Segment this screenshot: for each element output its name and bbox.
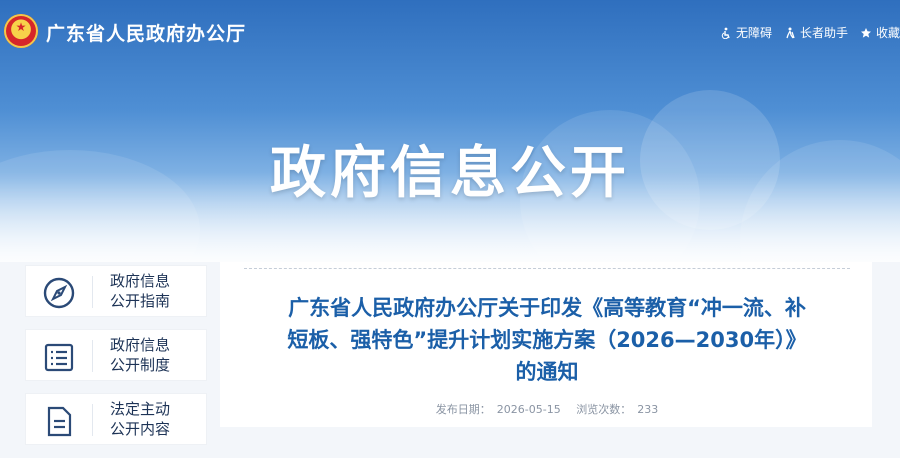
sidebar-item-disclosure-guide[interactable]: 政府信息 公开指南 <box>26 266 206 316</box>
views-label: 浏览次数： <box>576 403 632 416</box>
accessibility-button[interactable]: 无障碍 <box>720 24 772 41</box>
bookmark-button[interactable]: 收藏 <box>860 24 900 41</box>
sidebar-item-label: 政府信息 公开制度 <box>110 335 200 375</box>
divider <box>92 276 93 308</box>
dashed-divider <box>244 268 850 269</box>
top-bar: ★ 广东省人民政府办公厅 无障碍 长者助手 收藏 <box>0 0 900 62</box>
file-icon <box>47 406 72 437</box>
banner-title: 政府信息公开 <box>270 141 630 206</box>
bookmark-label: 收藏 <box>875 26 900 40</box>
sidebar-item-disclosure-system[interactable]: 政府信息 公开制度 <box>26 330 206 380</box>
article-title-line: 短板、强特色”提升计划实施方案（2026—2030年）》 <box>287 328 807 352</box>
sidebar-item-label: 政府信息 公开指南 <box>110 271 200 311</box>
publish-date: 发布日期： 2026-05-15 <box>433 403 564 416</box>
national-emblem-icon: ★ <box>4 14 38 48</box>
bookmark-icon <box>860 27 871 38</box>
sidebar-item-statutory-content[interactable]: 法定主动 公开内容 <box>26 394 206 444</box>
label-line: 公开内容 <box>110 420 171 438</box>
article-title-line: 的通知 <box>515 360 579 384</box>
label-line: 公开制度 <box>110 356 171 374</box>
views-value: 233 <box>637 403 659 416</box>
sidebar: 政府信息 公开指南 政府信息 公开制度 法定主动 公开内容 <box>26 266 206 458</box>
accessibility-icon <box>721 27 730 39</box>
label-line: 法定主动 <box>110 400 171 418</box>
site-title[interactable]: 广东省人民政府办公厅 <box>46 19 246 46</box>
view-count: 浏览次数： 233 <box>573 403 661 416</box>
banner: ★ 广东省人民政府办公厅 无障碍 长者助手 收藏 政府信息公开 <box>0 0 900 262</box>
label-line: 政府信息 <box>110 272 171 290</box>
divider <box>92 340 93 372</box>
article-title-line: 广东省人民政府办公厅关于印发《高等教育“冲一流、补 <box>288 296 806 320</box>
sidebar-item-label: 法定主动 公开内容 <box>110 399 200 439</box>
list-document-icon <box>44 343 74 372</box>
elder-assistant-icon <box>786 27 795 38</box>
article-title: 广东省人民政府办公厅关于印发《高等教育“冲一流、补 短板、强特色”提升计划实施方… <box>244 292 850 388</box>
elder-assistant-label: 长者助手 <box>799 26 848 40</box>
article-panel: 广东省人民政府办公厅关于印发《高等教育“冲一流、补 短板、强特色”提升计划实施方… <box>220 262 872 427</box>
divider <box>92 404 93 436</box>
label-line: 政府信息 <box>110 336 171 354</box>
toolbar: 无障碍 长者助手 收藏 <box>720 24 900 41</box>
publish-label: 发布日期： <box>435 403 491 416</box>
accessibility-label: 无障碍 <box>735 26 772 40</box>
elder-assistant-button[interactable]: 长者助手 <box>784 24 848 41</box>
publish-date-value: 2026-05-15 <box>496 403 561 416</box>
label-line: 公开指南 <box>110 292 171 310</box>
article-meta: 发布日期： 2026-05-15 浏览次数： 233 <box>244 401 850 417</box>
compass-icon <box>43 277 75 309</box>
